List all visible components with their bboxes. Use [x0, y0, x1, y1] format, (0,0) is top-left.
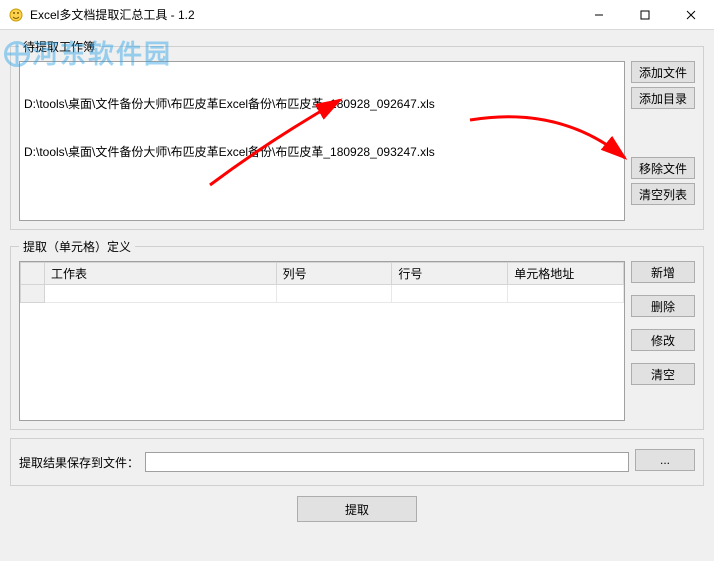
save-path-input[interactable]	[145, 452, 629, 472]
workbook-group: 待提取工作簿 D:\tools\桌面\文件备份大师\布匹皮革Excel备份\布匹…	[10, 38, 704, 230]
grid-header-sheet[interactable]: 工作表	[45, 263, 277, 285]
add-file-button[interactable]: 添加文件	[631, 61, 695, 83]
maximize-button[interactable]	[622, 0, 668, 29]
clear-list-button[interactable]: 清空列表	[631, 183, 695, 205]
app-icon	[8, 7, 24, 23]
minimize-button[interactable]	[576, 0, 622, 29]
window-title: Excel多文档提取汇总工具 - 1.2	[30, 6, 576, 23]
celldef-edit-button[interactable]: 修改	[631, 329, 695, 351]
grid-header-addr[interactable]: 单元格地址	[508, 263, 624, 285]
client-area: 待提取工作簿 D:\tools\桌面\文件备份大师\布匹皮革Excel备份\布匹…	[0, 30, 714, 561]
workbook-group-legend: 待提取工作簿	[19, 38, 99, 55]
grid-corner	[21, 263, 45, 285]
grid-empty-row[interactable]	[21, 285, 624, 303]
grid-header-row[interactable]: 行号	[392, 263, 508, 285]
title-bar: Excel多文档提取汇总工具 - 1.2	[0, 0, 714, 30]
save-row: 提取结果保存到文件： ...	[10, 438, 704, 486]
cell-def-group-legend: 提取（单元格）定义	[19, 238, 135, 255]
browse-button[interactable]: ...	[635, 449, 695, 471]
file-list[interactable]: D:\tools\桌面\文件备份大师\布匹皮革Excel备份\布匹皮革_1809…	[19, 61, 625, 221]
window-buttons	[576, 0, 714, 29]
celldef-clear-button[interactable]: 清空	[631, 363, 695, 385]
celldef-del-button[interactable]: 删除	[631, 295, 695, 317]
save-label: 提取结果保存到文件：	[19, 454, 139, 471]
cell-def-grid[interactable]: 工作表 列号 行号 单元格地址	[19, 261, 625, 421]
cell-def-group: 提取（单元格）定义 工作表 列号 行号	[10, 238, 704, 430]
celldef-add-button[interactable]: 新增	[631, 261, 695, 283]
file-list-item[interactable]: D:\tools\桌面\文件备份大师\布匹皮革Excel备份\布匹皮革_1809…	[24, 96, 620, 112]
file-list-item[interactable]: D:\tools\桌面\文件备份大师\布匹皮革Excel备份\布匹皮革_1809…	[24, 144, 620, 160]
extract-button[interactable]: 提取	[297, 496, 417, 522]
grid-header-col[interactable]: 列号	[276, 263, 392, 285]
add-dir-button[interactable]: 添加目录	[631, 87, 695, 109]
remove-file-button[interactable]: 移除文件	[631, 157, 695, 179]
close-button[interactable]	[668, 0, 714, 29]
